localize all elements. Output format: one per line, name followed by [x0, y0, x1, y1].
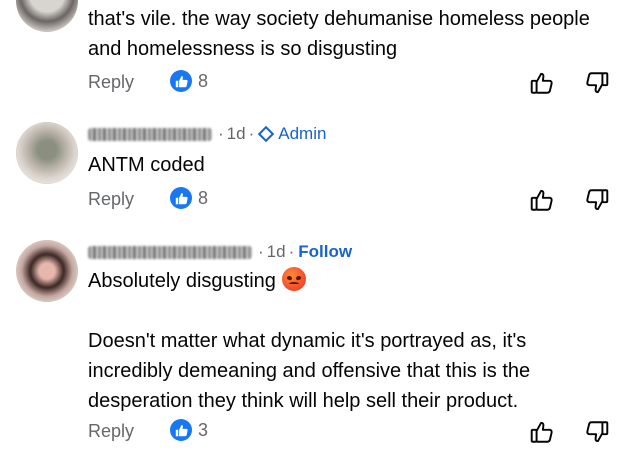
- avatar[interactable]: [16, 122, 78, 184]
- follow-button[interactable]: Follow: [298, 242, 352, 262]
- admin-badge: Admin: [258, 124, 326, 144]
- thumbs-down-icon[interactable]: [584, 187, 610, 213]
- author-name-blurred[interactable]: [88, 127, 212, 141]
- comment-text: Absolutely disgusting Doesn't matter wha…: [88, 266, 604, 416]
- like-count-badge[interactable]: 8: [170, 70, 208, 92]
- comment-time[interactable]: 1d: [227, 124, 246, 144]
- comment-text: ANTM coded: [88, 150, 604, 180]
- meta-dot: ·: [218, 124, 224, 143]
- like-thumb-icon: [170, 70, 192, 92]
- like-thumb-icon: [170, 187, 192, 209]
- thumbs-down-icon[interactable]: [584, 70, 610, 96]
- comment-paragraph-text: Absolutely disgusting: [88, 270, 276, 292]
- comment-paragraph: Doesn't matter what dynamic it's portray…: [88, 330, 531, 412]
- avatar[interactable]: [16, 240, 78, 302]
- like-count-badge[interactable]: 3: [170, 419, 208, 441]
- admin-diamond-icon: [258, 126, 275, 142]
- thumbs-up-icon[interactable]: [529, 187, 555, 213]
- comment-time[interactable]: 1d: [267, 242, 286, 262]
- comment-actions: Reply 3: [88, 419, 634, 445]
- reply-button[interactable]: Reply: [88, 72, 134, 93]
- comment-actions: Reply 8: [88, 70, 634, 96]
- angry-face-emoji: [281, 267, 306, 291]
- like-count: 8: [198, 187, 209, 208]
- thumbs-up-icon[interactable]: [529, 70, 555, 96]
- comment-paragraph: ANTM coded: [88, 154, 205, 176]
- comment-paragraph: that's vile. the way society dehumanise …: [88, 8, 590, 60]
- thumbs-down-icon[interactable]: [584, 419, 610, 445]
- author-name-blurred[interactable]: [88, 245, 252, 259]
- like-count-badge[interactable]: 8: [170, 187, 208, 209]
- like-thumb-icon: [170, 419, 192, 441]
- reply-button[interactable]: Reply: [88, 421, 134, 442]
- thumbs-up-icon[interactable]: [529, 419, 555, 445]
- author-meta-row: · 1d · Admin: [88, 124, 326, 144]
- avatar[interactable]: [16, 0, 78, 32]
- reply-button[interactable]: Reply: [88, 189, 134, 210]
- meta-dot: ·: [288, 242, 295, 261]
- comment-text: that's vile. the way society dehumanise …: [88, 4, 604, 64]
- like-count: 8: [198, 70, 209, 91]
- comment-paragraph: Absolutely disgusting: [88, 266, 604, 296]
- author-meta-row: · 1d · Follow: [88, 242, 352, 262]
- like-count: 3: [198, 419, 209, 440]
- admin-label: Admin: [278, 124, 327, 143]
- comment-actions: Reply 8: [88, 187, 634, 213]
- meta-dot: ·: [248, 124, 255, 143]
- meta-dot: ·: [258, 242, 264, 261]
